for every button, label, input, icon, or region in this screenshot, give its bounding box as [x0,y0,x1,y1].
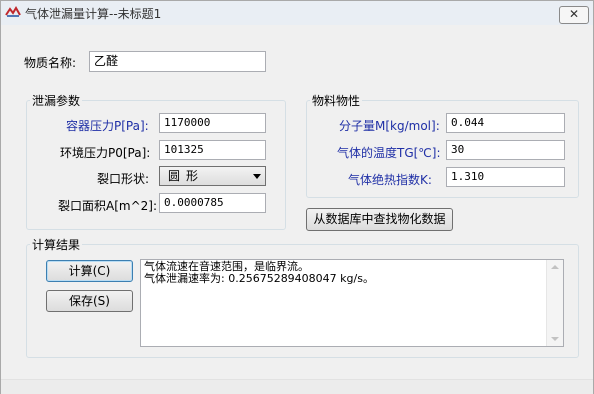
chevron-down-icon [253,174,261,179]
window-bottom-edge [1,379,593,394]
ambient-pressure-input[interactable]: 101325 [159,140,266,160]
close-button[interactable]: ✕ [559,6,589,24]
pressure-label: 容器压力P[Pa]: [66,119,149,133]
app-logo-icon [5,6,21,17]
app-window: 气体泄漏量计算--未标题1 ✕ 物质名称: 乙醛 泄漏参数 容器压力P[Pa]:… [0,0,594,394]
gas-temperature-input[interactable]: 30 [446,140,565,160]
area-input[interactable]: 0.0000785 [159,193,266,213]
title-bar: 气体泄漏量计算--未标题1 ✕ [1,1,593,25]
lookup-database-button[interactable]: 从数据库中查找物化数据 [306,208,453,231]
ambient-pressure-label: 环境压力P0[Pa]: [60,146,151,160]
material-props-title: 物料物性 [310,92,363,109]
shape-label: 裂口形状: [97,172,150,186]
shape-select[interactable]: 圆形 [159,166,266,186]
calculate-button[interactable]: 计算(C) [46,260,133,282]
result-output[interactable]: 气体流速在音速范围，是临界流。 气体泄漏速率为: 0.2567528940804… [140,259,564,347]
gas-temperature-label: 气体的温度TG[℃]: [337,146,441,160]
shape-selected-value: 圆形 [168,169,205,183]
close-icon: ✕ [568,7,580,21]
scroll-up-icon[interactable] [551,265,559,269]
molecular-weight-input[interactable]: 0.044 [446,113,565,133]
adiabatic-index-input[interactable]: 1.310 [446,167,565,187]
results-title: 计算结果 [30,236,83,253]
window-title: 气体泄漏量计算--未标题1 [25,7,162,21]
area-label: 裂口面积A[m^2]: [58,199,157,213]
result-line-leak-rate: 气体泄漏速率为: 0.25675289408047 kg/s。 [144,272,374,285]
adiabatic-index-label: 气体绝热指数K: [348,173,432,187]
molecular-weight-label: 分子量M[kg/mol]: [339,119,440,133]
scroll-down-icon[interactable] [551,337,559,341]
substance-name-input[interactable]: 乙醛 [89,51,266,72]
result-text: 气体流速在音速范围，是临界流。 气体泄漏速率为: 0.2567528940804… [144,261,544,285]
leak-params-title: 泄漏参数 [30,92,83,109]
substance-label: 物质名称: [24,56,77,70]
save-button[interactable]: 保存(S) [46,290,133,312]
result-scrollbar[interactable] [546,260,563,346]
pressure-input[interactable]: 1170000 [159,113,266,133]
